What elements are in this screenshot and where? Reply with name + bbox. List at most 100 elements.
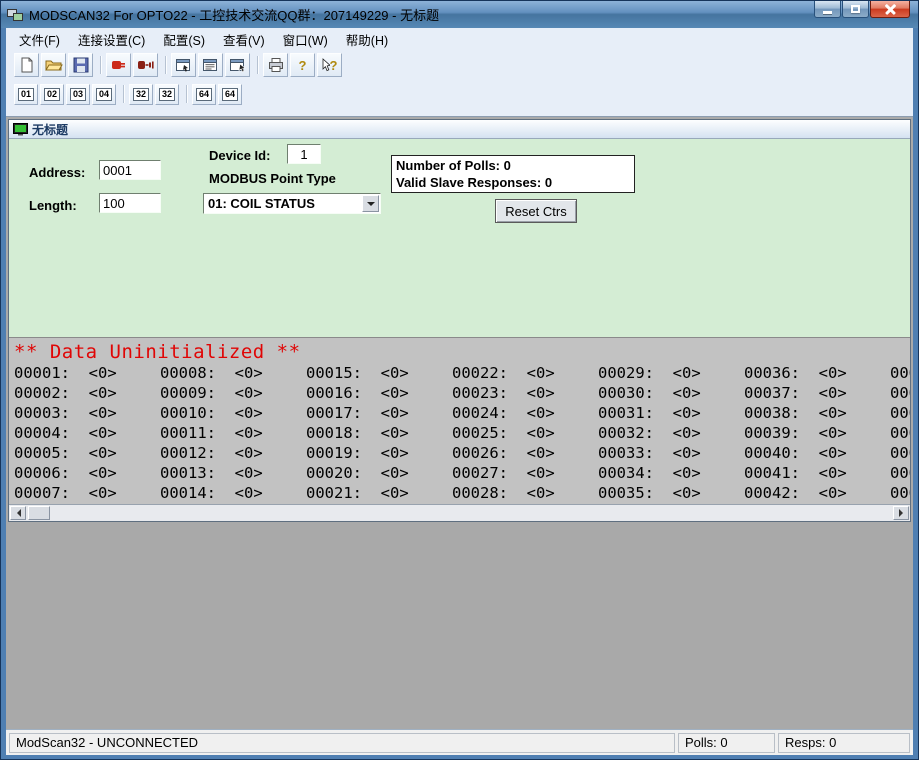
combo-dropdown-button[interactable] [362, 195, 379, 212]
document-title: 无标题 [32, 121, 68, 138]
disconnect-icon [137, 57, 155, 73]
data-status-banner: ** Data Uninitialized ** [14, 341, 910, 363]
disconnect-button[interactable] [133, 53, 158, 77]
about-button[interactable]: ? [290, 53, 315, 77]
data-grid: 00001: <0>00008: <0>00015: <0>00022: <0>… [14, 363, 910, 503]
data-row: 00003: <0>00010: <0>00017: <0>00024: <0>… [14, 403, 910, 423]
arrow-right-icon [899, 509, 907, 517]
data-cell: 00017: <0> [306, 403, 452, 423]
data-cell: 00003: <0> [14, 403, 160, 423]
data-definition-button[interactable] [171, 53, 196, 77]
data-cell: 00011: <0> [160, 423, 306, 443]
data-cell: 00037: <0> [744, 383, 890, 403]
length-label: Length: [29, 198, 77, 213]
minimize-button[interactable] [814, 1, 841, 18]
poll-counters-box: Number of Polls: 0 Valid Slave Responses… [391, 155, 635, 193]
document-window: 无标题 Device Id: Address: MODBUS Point Typ… [8, 119, 911, 522]
toolbar-separator [252, 53, 263, 77]
statusbar: ModScan32 - UNCONNECTED Polls: 0 Resps: … [6, 729, 913, 755]
data-row: 00005: <0>00012: <0>00019: <0>00026: <0>… [14, 443, 910, 463]
display-64bit-button[interactable]: 64 [192, 84, 216, 105]
menu-file[interactable]: 文件(F) [10, 28, 69, 51]
context-help-icon [322, 58, 330, 72]
data-cell: 00039: <0> [744, 423, 890, 443]
menu-help[interactable]: 帮助(H) [337, 28, 397, 51]
message-traffic-window-icon [202, 57, 220, 73]
scrollbar-thumb[interactable] [28, 506, 50, 520]
menu-window[interactable]: 窗口(W) [274, 28, 337, 51]
open-file-button[interactable] [41, 53, 66, 77]
data-cell: 00033: <0> [598, 443, 744, 463]
point-type-holding-register-button[interactable]: 03 [66, 84, 90, 105]
close-button[interactable] [870, 1, 910, 18]
window-title: MODSCAN32 For OPTO22 - 工控技术交流QQ群：2071492… [29, 5, 439, 24]
new-file-button[interactable] [14, 53, 39, 77]
connect-button[interactable] [106, 53, 131, 77]
message-traffic-button[interactable] [198, 53, 223, 77]
titlebar[interactable]: MODSCAN32 For OPTO22 - 工控技术交流QQ群：2071492… [1, 1, 918, 28]
data-cell: 00041: <0> [744, 463, 890, 483]
point-type-input-status-button[interactable]: 02 [40, 84, 64, 105]
print-button[interactable] [263, 53, 288, 77]
data-cell: 00026: <0> [452, 443, 598, 463]
horizontal-scrollbar[interactable] [9, 504, 910, 521]
address-label: Address: [29, 165, 85, 180]
data-row: 00001: <0>00008: <0>00015: <0>00022: <0>… [14, 363, 910, 383]
point-type-label: MODBUS Point Type [209, 171, 336, 186]
data-cell: 00020: <0> [306, 463, 452, 483]
printer-icon [267, 57, 285, 73]
connect-icon [110, 57, 128, 73]
arrow-left-icon [13, 509, 21, 517]
length-input[interactable] [99, 193, 161, 213]
data-cell: 00012: <0> [160, 443, 306, 463]
maximize-button[interactable] [842, 1, 869, 18]
menubar: 文件(F) 连接设置(C) 配置(S) 查看(V) 窗口(W) 帮助(H) [6, 28, 913, 50]
minimize-icon [823, 11, 832, 14]
data-cell: 00038: <0> [744, 403, 890, 423]
data-cell: 00025: <0> [452, 423, 598, 443]
chevron-down-icon [367, 202, 375, 210]
data-row: 00002: <0>00009: <0>00016: <0>00023: <0>… [14, 383, 910, 403]
address-input[interactable] [99, 160, 161, 180]
data-cell: 00036: <0> [744, 363, 890, 383]
display-32bit-button[interactable]: 32 [129, 84, 153, 105]
capture-window-icon [229, 57, 247, 73]
document-icon [13, 123, 28, 136]
data-row: 00004: <0>00011: <0>00018: <0>00025: <0>… [14, 423, 910, 443]
save-icon [72, 57, 90, 73]
data-cell: 00045: <0> [890, 403, 910, 423]
data-cell: 00007: <0> [14, 483, 160, 503]
display-32bit-swapped-button[interactable]: 32 [155, 84, 179, 105]
data-cell: 00004: <0> [14, 423, 160, 443]
data-row: 00007: <0>00014: <0>00021: <0>00028: <0>… [14, 483, 910, 503]
valid-responses-counter: Valid Slave Responses: 0 [396, 174, 630, 191]
point-type-select[interactable]: 01: COIL STATUS [203, 193, 381, 214]
data-cell: 00029: <0> [598, 363, 744, 383]
menu-view[interactable]: 查看(V) [214, 28, 274, 51]
data-cell: 00008: <0> [160, 363, 306, 383]
document-titlebar[interactable]: 无标题 [9, 120, 910, 139]
data-cell: 00021: <0> [306, 483, 452, 503]
main-toolbar: ? ? [6, 50, 913, 80]
data-cell: 00013: <0> [160, 463, 306, 483]
polls-counter: Number of Polls: 0 [396, 157, 630, 174]
display-64bit-swapped-button[interactable]: 64 [218, 84, 242, 105]
data-cell: 00022: <0> [452, 363, 598, 383]
scroll-left-button[interactable] [10, 506, 26, 520]
reset-counters-button[interactable]: Reset Ctrs [495, 199, 577, 223]
menu-setup[interactable]: 配置(S) [154, 28, 214, 51]
menu-connection[interactable]: 连接设置(C) [69, 28, 154, 51]
data-cell: 00019: <0> [306, 443, 452, 463]
device-id-input[interactable] [287, 144, 321, 164]
scroll-right-button[interactable] [893, 506, 909, 520]
maximize-icon [851, 5, 860, 13]
scan-settings-panel: Device Id: Address: MODBUS Point Type Le… [9, 139, 910, 337]
point-type-input-register-button[interactable]: 04 [92, 84, 116, 105]
capture-display-button[interactable] [225, 53, 250, 77]
save-file-button[interactable] [68, 53, 93, 77]
data-cell: 00018: <0> [306, 423, 452, 443]
data-definition-window-icon [175, 57, 193, 73]
context-help-button[interactable]: ? [317, 53, 342, 77]
data-cell: 00035: <0> [598, 483, 744, 503]
point-type-coil-status-button[interactable]: 01 [14, 84, 38, 105]
